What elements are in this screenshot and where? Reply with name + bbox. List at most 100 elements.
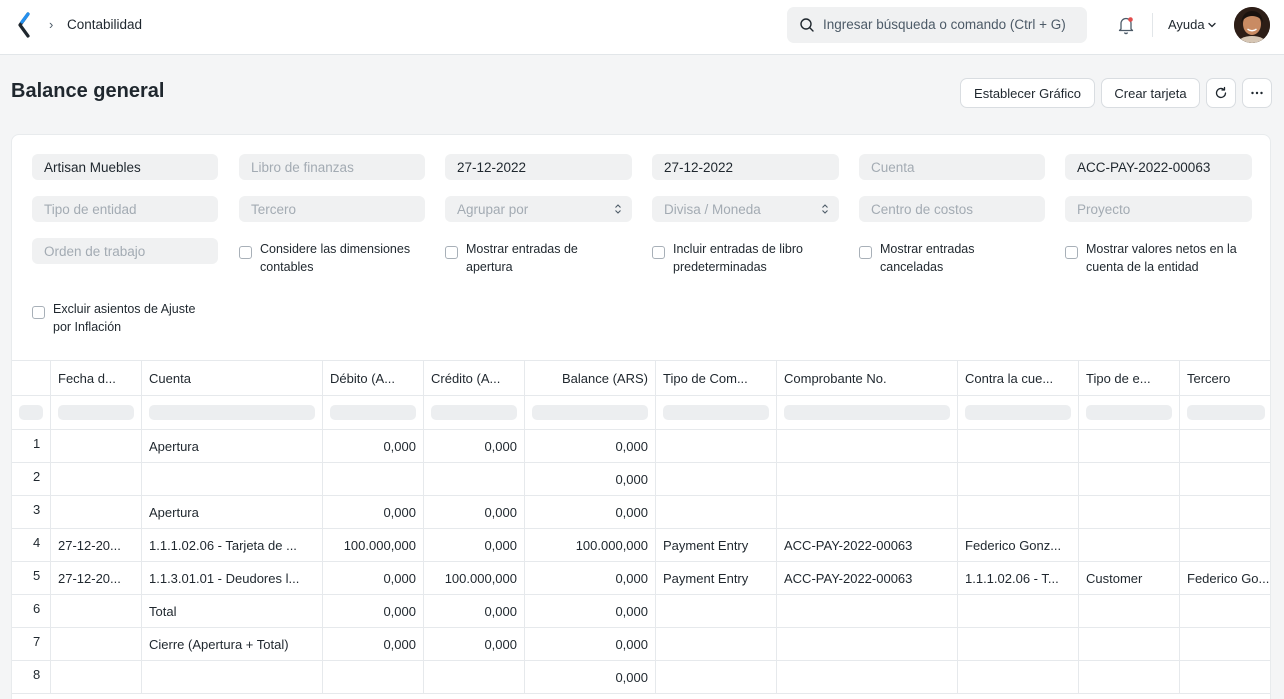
filter-input[interactable] (1187, 405, 1265, 420)
cell-credito[interactable]: 0,000 (424, 496, 525, 528)
table-row[interactable]: 4 27-12-20... 1.1.1.02.06 - Tarjeta de ...… (12, 529, 1270, 562)
party-type-field[interactable]: Tipo de entidad (32, 196, 218, 222)
filter-input[interactable] (663, 405, 769, 420)
cell-credito[interactable] (424, 463, 525, 495)
cell-fecha[interactable] (51, 496, 142, 528)
notification-bell-icon[interactable] (1117, 15, 1135, 35)
table-row[interactable]: 7 Cierre (Apertura + Total) 0,000 0,000 0,00… (12, 628, 1270, 661)
cell-tipo-entidad[interactable] (1079, 463, 1180, 495)
cell-credito[interactable]: 0,000 (424, 529, 525, 561)
cell-credito[interactable]: 0,000 (424, 595, 525, 627)
cell-contra-cuenta[interactable] (958, 430, 1079, 462)
work-order-field[interactable]: Orden de trabajo (32, 238, 218, 264)
checkbox-box[interactable] (652, 246, 665, 259)
cell-tipo-comprobante[interactable] (656, 661, 777, 693)
cell-credito[interactable]: 0,000 (424, 430, 525, 462)
cell-credito[interactable]: 100.000,000 (424, 562, 525, 594)
header-comprobante-no[interactable]: Comprobante No. (777, 361, 958, 395)
table-row[interactable]: 1 Apertura 0,000 0,000 0,000 (12, 430, 1270, 463)
header-tipo-entidad[interactable]: Tipo de e... (1079, 361, 1180, 395)
filter-input[interactable] (19, 405, 43, 420)
header-tercero[interactable]: Tercero (1180, 361, 1270, 395)
header-debito[interactable]: Débito (A... (323, 361, 424, 395)
cell-contra-cuenta[interactable] (958, 661, 1079, 693)
cell-tipo-comprobante[interactable] (656, 628, 777, 660)
cell-tipo-entidad[interactable] (1079, 628, 1180, 660)
cell-tipo-comprobante[interactable]: Payment Entry (656, 562, 777, 594)
cell-tipo-entidad[interactable] (1079, 529, 1180, 561)
cell-debito[interactable]: 0,000 (323, 628, 424, 660)
net-values-checkbox[interactable]: Mostrar valores netos en la cuenta de la… (1065, 242, 1255, 282)
cell-tercero[interactable]: Federico Go... (1180, 562, 1270, 594)
cell-balance[interactable]: 0,000 (525, 430, 656, 462)
cell-tipo-comprobante[interactable] (656, 463, 777, 495)
help-menu[interactable]: Ayuda (1168, 17, 1205, 32)
table-row[interactable]: 2 0,000 (12, 463, 1270, 496)
filter-input[interactable] (784, 405, 950, 420)
default-book-checkbox[interactable]: Incluir entradas de libro predeterminada… (652, 242, 832, 282)
cell-cuenta[interactable]: Cierre (Apertura + Total) (142, 628, 323, 660)
table-row[interactable]: 6 Total 0,000 0,000 0,000 (12, 595, 1270, 628)
cell-fecha[interactable] (51, 463, 142, 495)
cell-tipo-comprobante[interactable] (656, 595, 777, 627)
cell-contra-cuenta[interactable] (958, 496, 1079, 528)
cell-balance[interactable]: 0,000 (525, 463, 656, 495)
cell-contra-cuenta[interactable] (958, 628, 1079, 660)
more-options-button[interactable] (1242, 78, 1272, 108)
inflation-checkbox[interactable]: Excluir asientos de Ajuste por Inflación (32, 302, 212, 342)
cell-comprobante-no[interactable]: ACC-PAY-2022-00063 (777, 562, 958, 594)
finance-book-field[interactable]: Libro de finanzas (239, 154, 425, 180)
project-field[interactable]: Proyecto (1065, 196, 1252, 222)
cell-tercero[interactable] (1180, 661, 1270, 693)
to-date-field[interactable]: 27-12-2022 (652, 154, 839, 180)
cell-fecha[interactable] (51, 595, 142, 627)
cell-contra-cuenta[interactable] (958, 463, 1079, 495)
cell-debito[interactable]: 0,000 (323, 562, 424, 594)
from-date-field[interactable]: 27-12-2022 (445, 154, 632, 180)
cell-tercero[interactable] (1180, 463, 1270, 495)
cell-comprobante-no[interactable] (777, 430, 958, 462)
search-bar[interactable]: Ingresar búsqueda o comando (Ctrl + G) (787, 7, 1087, 43)
filter-input[interactable] (431, 405, 517, 420)
cell-debito[interactable]: 0,000 (323, 595, 424, 627)
opening-entries-checkbox[interactable]: Mostrar entradas de apertura (445, 242, 625, 282)
cell-contra-cuenta[interactable]: 1.1.1.02.06 - T... (958, 562, 1079, 594)
header-cuenta[interactable]: Cuenta (142, 361, 323, 395)
cell-cuenta[interactable]: 1.1.1.02.06 - Tarjeta de ... (142, 529, 323, 561)
cell-debito[interactable]: 0,000 (323, 496, 424, 528)
cell-comprobante-no[interactable] (777, 463, 958, 495)
cell-fecha[interactable] (51, 661, 142, 693)
currency-select[interactable]: Divisa / Moneda (652, 196, 839, 222)
cell-tipo-entidad[interactable] (1079, 595, 1180, 627)
breadcrumb-contabilidad[interactable]: Contabilidad (67, 17, 142, 32)
cancelled-entries-checkbox[interactable]: Mostrar entradas canceladas (859, 242, 1039, 282)
dimensions-checkbox[interactable]: Considere las dimensiones contables (239, 242, 419, 282)
cell-tipo-comprobante[interactable] (656, 430, 777, 462)
filter-input[interactable] (58, 405, 134, 420)
cell-comprobante-no[interactable]: ACC-PAY-2022-00063 (777, 529, 958, 561)
cost-center-field[interactable]: Centro de costos (859, 196, 1045, 222)
cell-tercero[interactable] (1180, 628, 1270, 660)
cell-cuenta[interactable]: Apertura (142, 496, 323, 528)
refresh-button[interactable] (1206, 78, 1236, 108)
cell-tipo-comprobante[interactable]: Payment Entry (656, 529, 777, 561)
filter-input[interactable] (149, 405, 315, 420)
cell-fecha[interactable] (51, 628, 142, 660)
group-by-select[interactable]: Agrupar por (445, 196, 632, 222)
cell-cuenta[interactable]: Total (142, 595, 323, 627)
header-fecha[interactable]: Fecha d... (51, 361, 142, 395)
cell-tipo-entidad[interactable]: Customer (1079, 562, 1180, 594)
table-row[interactable]: 5 27-12-20... 1.1.3.01.01 - Deudores l... 0… (12, 562, 1270, 595)
checkbox-box[interactable] (859, 246, 872, 259)
cell-debito[interactable] (323, 661, 424, 693)
cell-comprobante-no[interactable] (777, 595, 958, 627)
cell-credito[interactable] (424, 661, 525, 693)
cell-tipo-comprobante[interactable] (656, 496, 777, 528)
cell-fecha[interactable] (51, 430, 142, 462)
cell-balance[interactable]: 0,000 (525, 595, 656, 627)
cell-cuenta[interactable]: 1.1.3.01.01 - Deudores l... (142, 562, 323, 594)
cell-cuenta[interactable] (142, 661, 323, 693)
header-credito[interactable]: Crédito (A... (424, 361, 525, 395)
cell-balance[interactable]: 0,000 (525, 562, 656, 594)
cell-cuenta[interactable] (142, 463, 323, 495)
